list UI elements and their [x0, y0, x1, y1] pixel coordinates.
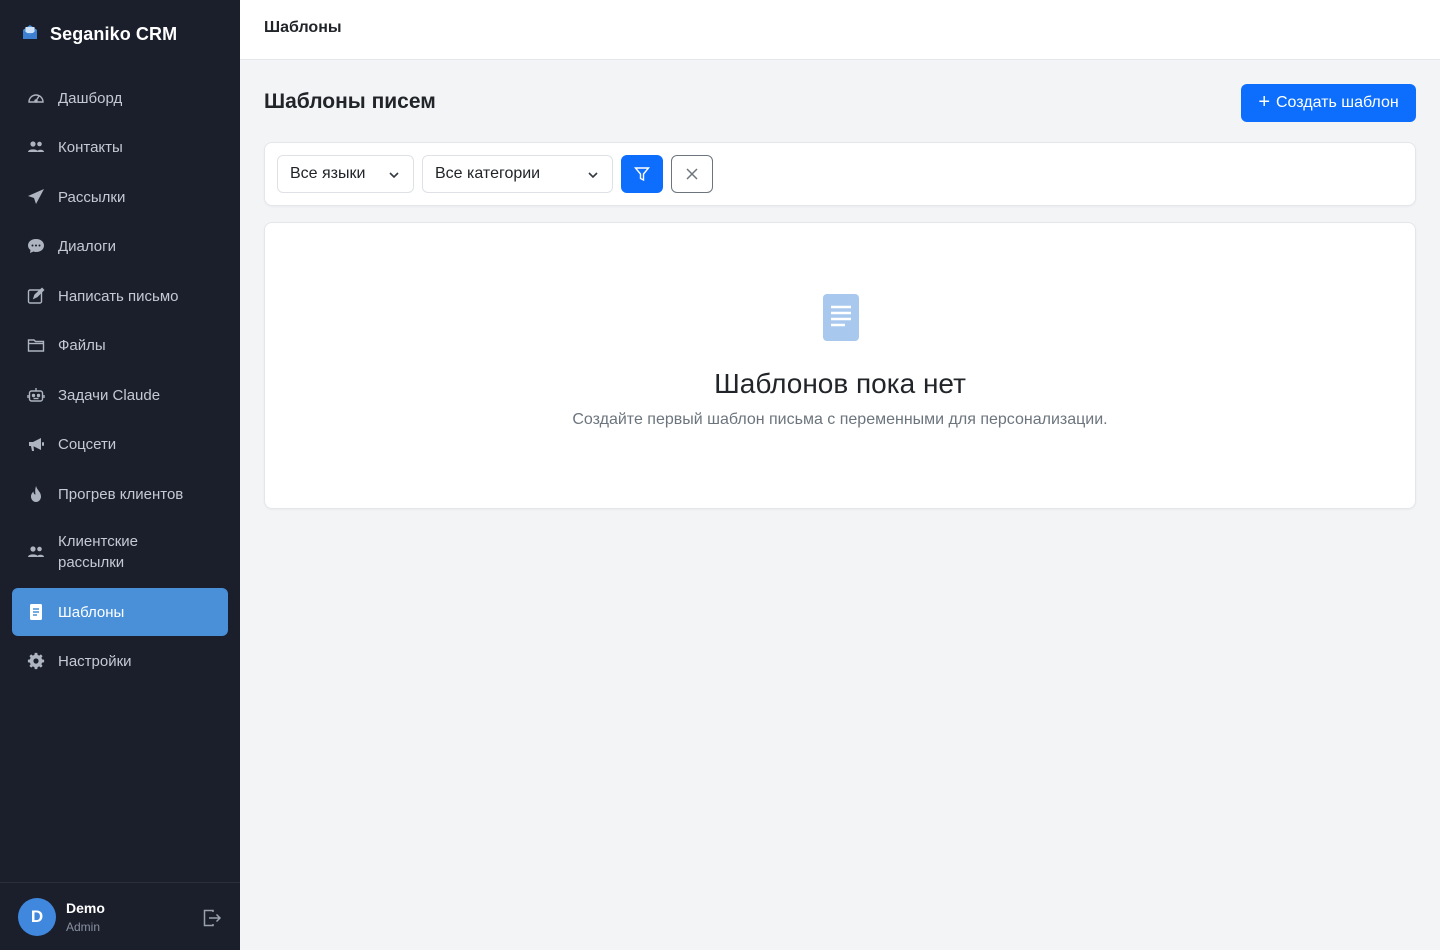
avatar[interactable]: D	[18, 898, 56, 936]
plus-icon: +	[1258, 91, 1270, 113]
sidebar-item-mailings[interactable]: Рассылки	[12, 173, 228, 221]
document-icon	[823, 294, 859, 341]
sidebar-item-settings[interactable]: Настройки	[12, 637, 228, 685]
user-panel: D Demo Admin	[0, 882, 240, 950]
chat-icon	[26, 236, 46, 256]
fire-icon	[26, 484, 46, 504]
sidebar-item-label: Дашборд	[58, 89, 123, 107]
sidebar-item-label: Настройки	[58, 652, 132, 670]
sidebar-item-label: Задачи Claude	[58, 386, 161, 404]
apply-filter-button[interactable]	[621, 155, 663, 193]
chevron-down-icon	[588, 172, 598, 179]
language-select[interactable]: Все языки	[277, 155, 414, 193]
brand-name: Seganiko CRM	[50, 23, 178, 44]
file-text-icon	[26, 602, 46, 622]
filter-bar: Все языки Все категории	[264, 142, 1416, 206]
envelope-open-icon	[20, 22, 40, 47]
people-icon	[26, 137, 46, 157]
funnel-icon	[634, 167, 650, 182]
sidebar-item-label: Файлы	[58, 336, 106, 354]
sidebar-item-compose[interactable]: Написать письмо	[12, 272, 228, 320]
sidebar-item-client-mailings[interactable]: Клиентские рассылки	[12, 520, 228, 584]
sidebar-item-claude-tasks[interactable]: Задачи Claude	[12, 371, 228, 419]
close-icon	[686, 168, 698, 180]
sidebar-item-label: Рассылки	[58, 188, 126, 206]
speedometer-icon	[26, 88, 46, 108]
sidebar: Seganiko CRM Дашборд Контакты Рассылки Д…	[0, 0, 240, 950]
sidebar-item-contacts[interactable]: Контакты	[12, 123, 228, 171]
empty-state-title: Шаблонов пока нет	[714, 368, 966, 399]
category-select[interactable]: Все категории	[422, 155, 613, 193]
gear-icon	[26, 651, 46, 671]
robot-icon	[26, 385, 46, 405]
pencil-square-icon	[26, 286, 46, 306]
user-name: Demo	[66, 900, 105, 916]
reset-filter-button[interactable]	[671, 155, 713, 193]
brand[interactable]: Seganiko CRM	[20, 22, 177, 46]
sidebar-item-label: Шаблоны	[58, 603, 125, 621]
megaphone-icon	[26, 434, 46, 454]
sidebar-item-dashboard[interactable]: Дашборд	[12, 74, 228, 122]
top-header: Шаблоны	[240, 0, 1440, 60]
empty-state-card: Шаблонов пока нет Создайте первый шаблон…	[264, 222, 1416, 509]
chevron-down-icon	[389, 172, 399, 179]
sidebar-item-label: Контакты	[58, 138, 123, 156]
create-template-label: Создать шаблон	[1276, 94, 1399, 111]
category-select-value: Все категории	[435, 165, 541, 182]
sidebar-item-warmup[interactable]: Прогрев клиентов	[12, 470, 228, 518]
sidebar-item-label: Соцсети	[58, 435, 117, 453]
language-select-value: Все языки	[290, 165, 366, 182]
people-icon	[26, 542, 46, 562]
sidebar-item-social[interactable]: Соцсети	[12, 420, 228, 468]
send-icon	[26, 187, 46, 207]
create-template-button[interactable]: + Создать шаблон	[1241, 84, 1416, 122]
sidebar-item-files[interactable]: Файлы	[12, 321, 228, 369]
sidebar-item-label: Диалоги	[58, 237, 116, 255]
sidebar-item-label: Прогрев клиентов	[58, 485, 184, 503]
user-role: Admin	[66, 920, 101, 934]
sidebar-item-dialogs[interactable]: Диалоги	[12, 222, 228, 270]
sidebar-item-templates[interactable]: Шаблоны	[12, 588, 228, 636]
page-title: Шаблоны писем	[264, 90, 436, 113]
sidebar-item-label: Написать письмо	[58, 287, 179, 305]
folder-icon	[26, 335, 46, 355]
sidebar-item-label: Клиентские рассылки	[58, 533, 138, 571]
logout-icon[interactable]	[202, 908, 222, 928]
breadcrumb: Шаблоны	[264, 19, 342, 36]
empty-state-subtitle: Создайте первый шаблон письма с переменн…	[572, 411, 1108, 428]
